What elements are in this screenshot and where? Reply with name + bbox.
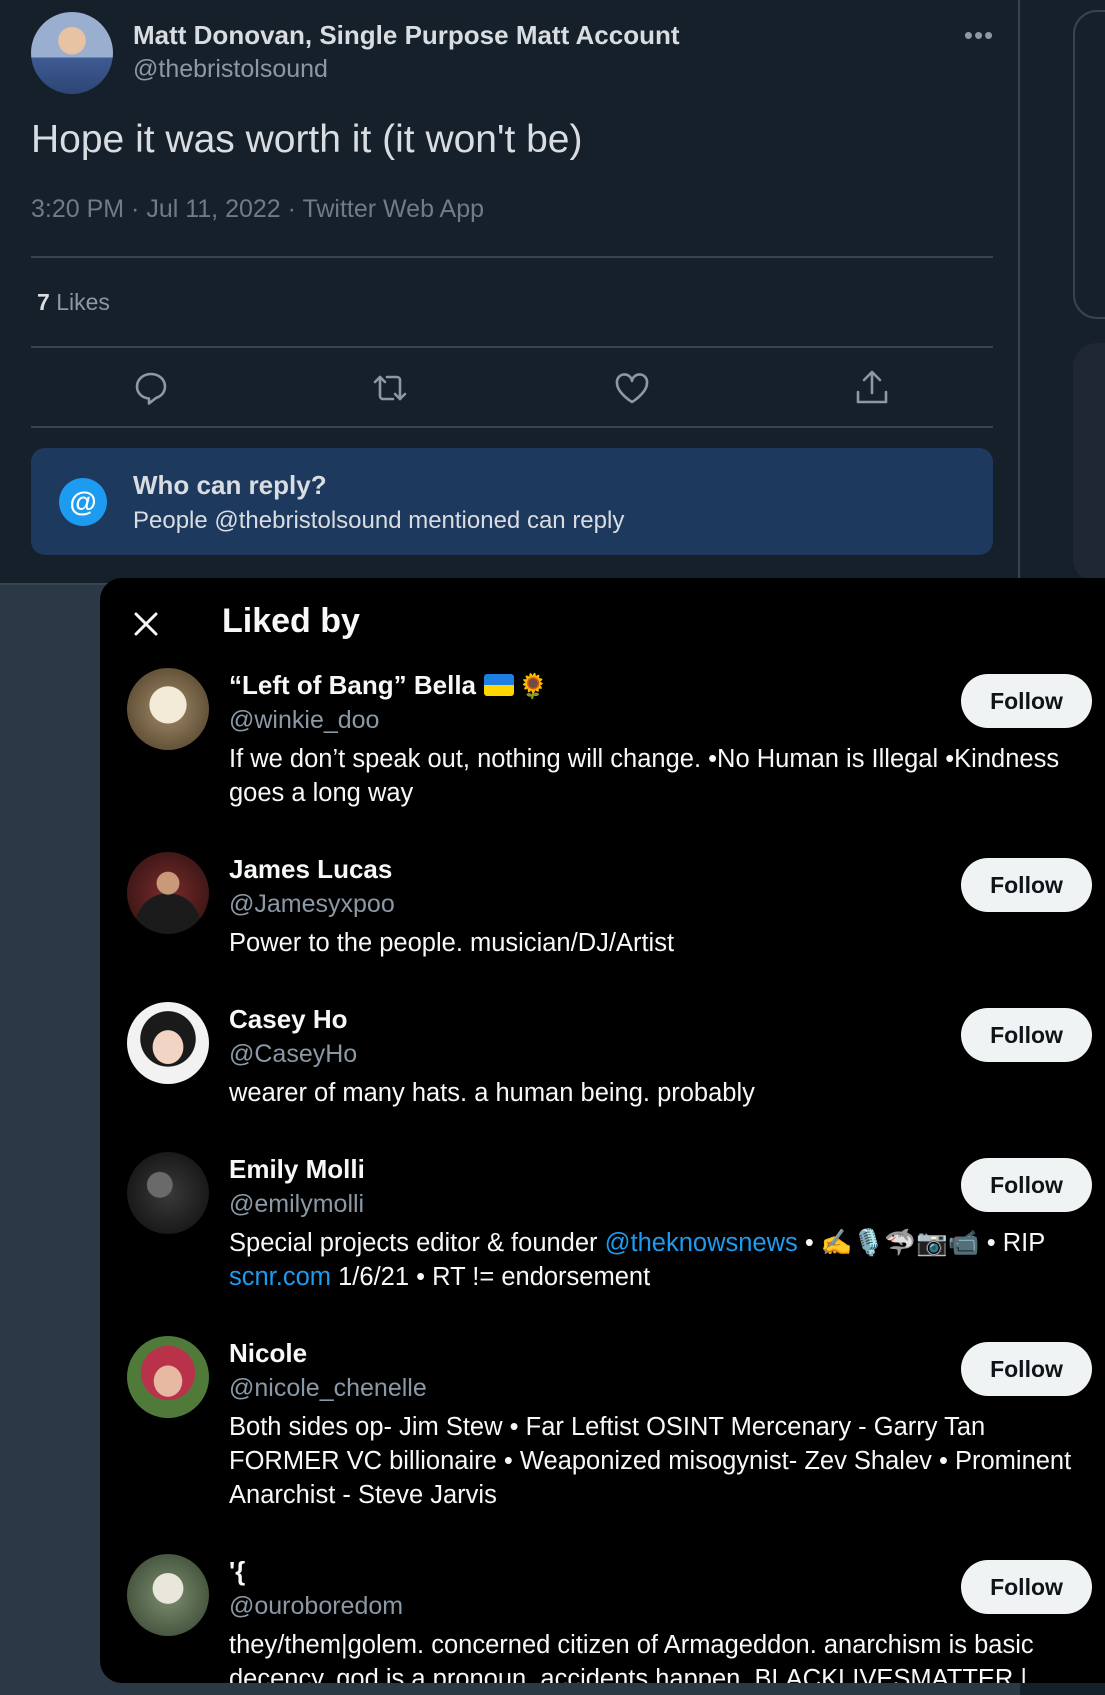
reply-icon[interactable] [131,368,171,408]
user-handle[interactable]: @Jamesyxpoo [229,890,395,919]
user-name[interactable]: Emily Molli [229,1154,365,1185]
user-name[interactable]: James Lucas [229,854,392,885]
website-link[interactable]: scnr.com [229,1263,331,1291]
tweet-meta: 3:20 PM · Jul 11, 2022 · Twitter Web App [31,195,485,223]
follow-button[interactable]: Follow [961,1342,1092,1396]
user-name[interactable]: '{ [229,1556,245,1587]
user-bio: If we don’t speak out, nothing will chan… [229,745,1060,807]
avatar[interactable] [127,1002,209,1084]
retweet-icon[interactable] [370,368,410,408]
author-handle[interactable]: @thebristolsound [133,55,328,84]
user-name[interactable]: Casey Ho [229,1004,348,1035]
user-bio: wearer of many hats. a human being. prob… [229,1079,755,1107]
avatar[interactable] [127,1152,209,1234]
close-icon[interactable] [128,606,164,642]
user-bio: Special projects editor & founder @thekn… [229,1226,1099,1294]
avatar[interactable] [127,1336,209,1418]
bio-text: 1/6/21 • RT != endorsement [331,1263,651,1291]
liked-by-modal: Liked by “Left of Bang” Bella 🌻 @winkie_d… [100,578,1105,1683]
likes-number: 7 [37,289,50,315]
like-icon[interactable] [612,368,652,408]
user-handle[interactable]: @nicole_chenelle [229,1374,427,1403]
avatar[interactable] [127,852,209,934]
user-handle[interactable]: @CaseyHo [229,1040,357,1069]
share-icon[interactable] [852,368,892,408]
follow-button[interactable]: Follow [961,858,1092,912]
user-bio: they/them|golem. concerned citizen of Ar… [229,1631,1034,1683]
likes-count[interactable]: 7 Likes [37,289,110,316]
reply-title: Who can reply? [133,470,327,500]
divider [31,346,993,348]
author-avatar[interactable] [31,12,113,94]
at-sign-icon: @ [59,478,107,526]
follow-button[interactable]: Follow [961,1158,1092,1212]
divider [31,426,993,428]
user-bio: Power to the people. musician/DJ/Artist [229,929,675,957]
user-name[interactable]: “Left of Bang” Bella 🌻 [229,670,548,701]
follow-button[interactable]: Follow [961,674,1092,728]
tweet-detail: Matt Donovan, Single Purpose Matt Accoun… [0,0,1020,585]
who-can-reply-banner: @ Who can reply? People @thebristolsound… [31,448,993,555]
ellipsis-icon[interactable]: ••• [962,18,996,52]
user-bio: Both sides op- Jim Stew • Far Leftist OS… [229,1413,1072,1509]
avatar[interactable] [127,1554,209,1636]
author-name[interactable]: Matt Donovan, Single Purpose Matt Accoun… [133,20,680,51]
follow-button[interactable]: Follow [961,1560,1092,1614]
bio-text: • ✍️🎙️🦈📷📹 • RIP [797,1229,1045,1257]
sidebar-card [1073,10,1105,319]
sidebar-card [1073,343,1105,583]
user-handle[interactable]: @ouroboredom [229,1592,403,1621]
avatar[interactable] [127,668,209,750]
user-handle[interactable]: @emilymolli [229,1190,364,1219]
mention-link[interactable]: @theknowsnews [605,1229,798,1257]
user-name-text: “Left of Bang” Bella [229,670,477,700]
follow-button[interactable]: Follow [961,1008,1092,1062]
divider [31,256,993,258]
user-handle[interactable]: @winkie_doo [229,706,379,735]
modal-title: Liked by [222,602,360,640]
ukraine-flag-icon [484,674,515,696]
likes-label: Likes [56,289,110,315]
user-name[interactable]: Nicole [229,1338,307,1369]
bio-text: Special projects editor & founder [229,1229,605,1257]
sunflower-icon: 🌻 [518,673,548,700]
reply-subtitle: People @thebristolsound mentioned can re… [133,507,625,534]
tweet-text: Hope it was worth it (it won't be) [31,118,583,161]
